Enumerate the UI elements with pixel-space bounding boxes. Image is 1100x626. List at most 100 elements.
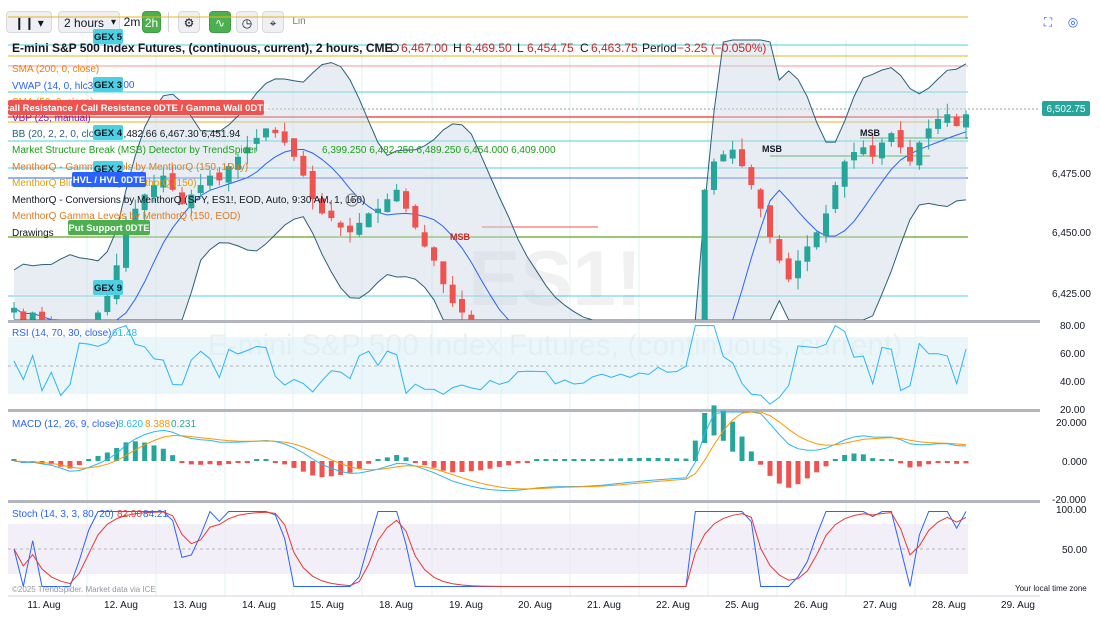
date-tick: 28. Aug <box>932 600 966 611</box>
macd-histogram-bar <box>646 457 652 461</box>
macd-histogram-bar <box>636 457 642 461</box>
candle-body <box>347 225 353 233</box>
candle-body <box>29 312 36 320</box>
eye-icon <box>350 198 354 202</box>
macd-histogram-bar <box>907 461 913 468</box>
candle-body <box>337 222 344 228</box>
macd-histogram-bar <box>384 457 390 461</box>
macd-histogram-bar <box>842 454 848 461</box>
macd-histogram-bar <box>851 453 857 461</box>
candle-body <box>869 145 876 157</box>
macd-histogram-bar <box>562 459 568 461</box>
macd-histogram-bar <box>450 461 456 473</box>
macd-histogram-bar <box>403 457 409 461</box>
candle-body <box>197 185 204 194</box>
signal-value: 8.388 <box>145 419 170 430</box>
macd-histogram-bar <box>608 458 614 461</box>
level-tag-label: Put Support 0DTE <box>68 223 149 234</box>
level-tag-label: GEX 4 <box>94 128 123 139</box>
macd-axis: 20.000 0.000 -20.000 <box>1052 418 1087 506</box>
date-tick: 13. Aug <box>173 600 207 611</box>
candle-body <box>907 147 913 162</box>
stoch-legend: Stoch (14, 3, 3, 80, 20) <box>12 509 114 520</box>
macd-histogram-bar <box>310 461 316 476</box>
legend-row[interactable]: MenthorQ - Conversions by MenthorQ (SPY,… <box>12 195 365 206</box>
macd-histogram-bar <box>580 459 586 461</box>
macd-histogram-bar <box>879 459 885 461</box>
macd-legend: MACD (12, 26, 9, close) <box>12 419 119 430</box>
macd-histogram-bar <box>814 461 820 473</box>
price-axis: 6,475.00 6,450.00 6,425.00 <box>1052 169 1091 300</box>
legend-row[interactable]: MenthorQ - Gamma Levels by MenthorQ (150… <box>12 162 248 173</box>
macd-histogram-bar <box>226 461 232 465</box>
rsi-axis: 80.00 60.00 40.00 20.00 <box>1060 321 1085 416</box>
local-time-zone[interactable]: Your local time zone <box>1015 584 1087 593</box>
date-tick: 14. Aug <box>242 600 276 611</box>
close-label: C <box>580 41 589 55</box>
macd-histogram-bar <box>898 461 904 464</box>
open-label: O <box>390 41 399 55</box>
macd-histogram-bar <box>431 461 437 468</box>
date-axis: 11. Aug 12. Aug 13. Aug 14. Aug 15. Aug 18. A… <box>27 600 1035 611</box>
macd-histogram-bar <box>394 455 400 461</box>
macd-histogram-bar <box>244 461 250 463</box>
candle-body <box>729 149 736 159</box>
date-tick: 20. Aug <box>518 600 552 611</box>
candle-body <box>925 128 932 139</box>
macd-histogram-bar <box>795 461 801 485</box>
rsi-tick: 20.00 <box>1060 405 1085 416</box>
legend-row[interactable]: SMA (200, 0, close) <box>12 64 99 75</box>
macd-histogram-bar <box>748 451 754 461</box>
legend-row[interactable]: VWAP (14, 0, hlc3) <box>12 81 96 92</box>
msb-label: MSB <box>450 232 471 242</box>
candle-body <box>701 189 708 320</box>
period-change: −3.25 (−0.050%) <box>677 41 766 55</box>
chart-canvas[interactable]: ES1! E-mini S&P 500 Index Futures, (cont… <box>0 0 1100 626</box>
price-tick: 6,475.00 <box>1052 169 1091 180</box>
macd-histogram-bar <box>674 458 680 461</box>
rsi-tick: 60.00 <box>1060 349 1085 360</box>
legend-row[interactable]: Market Structure Break (MSB) Detector by… <box>12 145 258 156</box>
date-tick: 12. Aug <box>104 600 138 611</box>
macd-histogram-bar <box>207 461 213 465</box>
macd-histogram-bar <box>954 461 960 464</box>
level-tag-label: GEX 9 <box>94 283 122 294</box>
candle-body <box>468 314 475 320</box>
date-tick: 11. Aug <box>27 600 60 611</box>
macd-histogram-bar <box>366 461 372 464</box>
candle-body <box>823 213 829 236</box>
candle-body <box>879 142 885 159</box>
macd-histogram-bar <box>655 458 661 461</box>
stoch-tick: 100.00 <box>1056 505 1087 516</box>
date-tick: 22. Aug <box>656 600 690 611</box>
candle-body <box>403 191 409 209</box>
macd-histogram-bar <box>935 461 941 463</box>
macd-histogram-bar <box>758 461 764 465</box>
macd-histogram-bar <box>888 459 894 461</box>
rsi-legend: RSI (14, 70, 30, close) <box>12 328 112 339</box>
macd-histogram-bar <box>300 461 306 472</box>
candle-body <box>291 138 297 157</box>
candle-body <box>720 154 727 162</box>
candle-body <box>365 213 372 228</box>
candle-body <box>95 312 101 320</box>
macd-histogram-bar <box>263 459 269 461</box>
macd-histogram-bar <box>963 461 969 464</box>
macd-histogram-bar <box>739 436 745 461</box>
macd-histogram-bar <box>543 459 549 461</box>
candle-body <box>767 205 773 237</box>
stoch-tick: 50.00 <box>1062 545 1087 556</box>
legend-row[interactable]: Drawings <box>12 228 54 239</box>
level-tag-label: Call Resistance / Call Resistance 0DTE /… <box>3 103 270 114</box>
date-tick: 18. Aug <box>379 600 413 611</box>
macd-histogram-bar <box>823 461 829 467</box>
candle-body <box>916 142 923 166</box>
macd-tick: 0.000 <box>1062 457 1087 468</box>
macd-histogram-bar <box>272 461 278 463</box>
candle-body <box>375 208 381 214</box>
macd-histogram-bar <box>524 461 530 463</box>
macd-histogram-bar <box>627 458 633 461</box>
candle-body <box>412 205 419 228</box>
macd-histogram-bar <box>515 461 521 464</box>
macd-histogram-bar <box>291 461 297 468</box>
